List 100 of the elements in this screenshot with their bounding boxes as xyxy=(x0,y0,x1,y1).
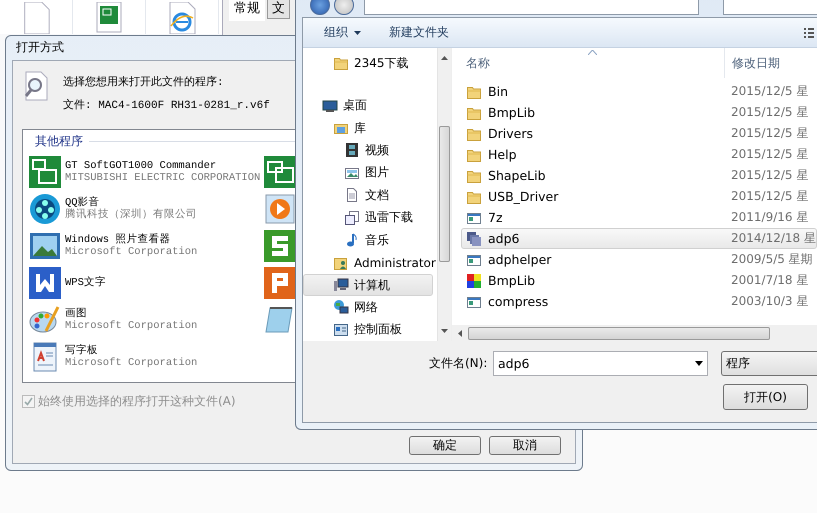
address-bar[interactable] xyxy=(364,0,699,15)
file-row[interactable]: USB_Driver 2015/12/5 星 xyxy=(461,186,817,207)
file-row[interactable]: compress 2003/10/3 星 xyxy=(461,291,817,312)
back-button[interactable] xyxy=(310,0,330,15)
nav-item[interactable]: 2345下载 xyxy=(303,52,434,74)
scroll-left-arrow-icon[interactable] xyxy=(458,330,462,336)
scroll-down-arrow-icon[interactable] xyxy=(441,329,448,333)
nav-item[interactable]: 迅雷下载 xyxy=(303,206,434,229)
program-item[interactable]: 画图 Microsoft Corporation xyxy=(29,301,264,338)
nav-item[interactable]: 计算机 xyxy=(303,274,434,296)
file-date: 2011/9/16 星 xyxy=(731,209,808,226)
file-row[interactable]: BmpLib 2015/12/5 星 xyxy=(461,102,817,123)
screens-app-icon[interactable] xyxy=(95,2,123,34)
program-publisher: Microsoft Corporation xyxy=(65,356,198,368)
vertical-scrollbar[interactable] xyxy=(437,48,452,341)
tab[interactable]: 文 xyxy=(267,0,290,19)
tab[interactable]: 常规 xyxy=(229,0,265,21)
program-item[interactable]: QQ影音 腾讯科技（深圳）有限公司 xyxy=(29,190,264,227)
file-name: Bin xyxy=(462,84,732,100)
dropdown-caret-icon[interactable] xyxy=(695,361,703,366)
letter-w-tile-icon xyxy=(29,266,61,298)
group-label: 其他程序 xyxy=(35,133,83,150)
file-type-dropdown[interactable]: 程序 xyxy=(721,351,817,376)
file-name: Drivers xyxy=(462,126,732,142)
file-row[interactable]: Drivers 2015/12/5 星 xyxy=(461,123,817,144)
checkbox-label: 始终使用选择的程序打开这种文件(A) xyxy=(38,393,236,410)
column-header[interactable]: 修改日期 xyxy=(724,48,780,78)
file-name-field[interactable]: adp6 xyxy=(493,351,708,376)
scroll-up-arrow-icon[interactable] xyxy=(441,56,448,60)
horizontal-scrollbar[interactable] xyxy=(452,325,817,341)
magnifier-document-icon xyxy=(22,71,50,101)
file-date: 2015/12/5 星 xyxy=(731,188,808,205)
file-row[interactable]: BmpLib 2001/7/18 星 xyxy=(461,270,817,291)
open-button[interactable]: 打开(O) xyxy=(723,384,808,410)
file-name: ShapeLib xyxy=(462,168,732,184)
file-date: 2015/12/5 星 xyxy=(731,125,808,142)
file-date: 2001/7/18 星 xyxy=(731,272,808,289)
view-options-icon[interactable] xyxy=(803,26,815,38)
nav-item[interactable]: 图片 xyxy=(303,162,434,184)
prompt-text: 选择您想用来打开此文件的程序: xyxy=(63,74,225,89)
file-name: Help xyxy=(462,146,732,162)
nav-item[interactable]: 视频 xyxy=(303,139,434,162)
globe-monitor-icon xyxy=(333,299,349,316)
file-date: 2015/12/5 星 xyxy=(731,167,808,184)
file-date: 2014/12/18 星 xyxy=(731,230,816,247)
program-item[interactable]: Windows 照片查看器 Microsoft Corporation xyxy=(29,227,264,264)
program-name: 写字板 xyxy=(65,344,99,356)
organize-menu[interactable]: 组织 xyxy=(320,22,365,43)
play-button-icon[interactable] xyxy=(264,192,296,224)
program-name: WPS文字 xyxy=(65,276,106,288)
new-folder-button[interactable]: 新建文件夹 xyxy=(385,22,453,43)
folder-icon xyxy=(333,55,349,72)
column-header[interactable]: 名称 xyxy=(466,54,724,72)
letter-p-tile-icon[interactable] xyxy=(264,266,296,298)
screens-icon xyxy=(29,156,61,188)
program-item[interactable]: 写字板 Microsoft Corporation xyxy=(29,338,264,375)
program-item[interactable]: GT SoftGOT1000 Commander MITSUBISHI ELECTRIC CORPORATION xyxy=(29,153,264,190)
file-date: 2015/12/5 星 xyxy=(731,146,808,163)
file-row[interactable]: adp6 2014/12/18 星 xyxy=(461,228,817,249)
screens-icon[interactable] xyxy=(264,156,296,188)
document-icon xyxy=(344,187,360,204)
dialog-button[interactable]: 取消 xyxy=(489,436,561,455)
search-field[interactable] xyxy=(723,0,817,15)
control-panel-icon xyxy=(333,322,349,338)
nav-item[interactable]: 网络 xyxy=(303,296,434,319)
program-publisher: MITSUBISHI ELECTRIC CORPORATION xyxy=(65,172,260,184)
file-date: 2015/12/5 星 xyxy=(731,104,808,121)
nav-item[interactable]: 文档 xyxy=(303,184,434,207)
nav-item[interactable]: 音乐 xyxy=(303,228,434,252)
file-name: BmpLib xyxy=(462,272,732,288)
program-publisher: Microsoft Corporation xyxy=(65,246,198,258)
program-name: 画图 xyxy=(65,308,88,320)
window-title: 打开方式 xyxy=(16,39,64,56)
nav-item[interactable]: 库 xyxy=(303,116,434,140)
film-reel-icon xyxy=(29,192,61,224)
nav-item[interactable]: 控制面板 xyxy=(303,318,434,341)
program-publisher: Microsoft Corporation xyxy=(65,320,198,332)
browser-e-icon[interactable] xyxy=(167,2,197,34)
forward-button[interactable] xyxy=(334,0,354,15)
file-name: 7z xyxy=(462,210,732,226)
stacked-squares-icon xyxy=(466,230,482,246)
letter-s-tile-icon[interactable] xyxy=(264,230,296,262)
program-name: Windows 照片查看器 xyxy=(65,234,172,246)
file-row[interactable]: Bin 2015/12/5 星 xyxy=(461,81,817,102)
program-name: GT SoftGOT1000 Commander xyxy=(65,160,218,172)
file-row[interactable]: ShapeLib 2015/12/5 星 xyxy=(461,165,817,186)
file-date: 2009/5/5 星期 xyxy=(731,251,813,268)
nav-item[interactable]: Administrator xyxy=(303,251,434,274)
file-name: adphelper xyxy=(462,252,732,268)
program-item[interactable]: WPS文字 xyxy=(29,264,264,301)
file-row[interactable]: 7z 2011/9/16 星 xyxy=(461,207,817,228)
file-label: 文件: MAC4-1600F RH31-0281_r.v6f xyxy=(63,98,270,112)
dialog-button[interactable]: 确定 xyxy=(409,436,481,455)
file-row[interactable]: Help 2015/12/5 星 xyxy=(461,144,817,165)
file-name: BmpLib xyxy=(462,104,732,120)
file-row[interactable]: adphelper 2009/5/5 星期 xyxy=(461,249,817,270)
program-publisher: 腾讯科技（深圳）有限公司 xyxy=(65,208,197,220)
nav-item[interactable]: 桌面 xyxy=(303,94,434,117)
paint-palette-icon xyxy=(29,304,61,336)
file-name-label: 文件名(N): xyxy=(429,355,488,372)
